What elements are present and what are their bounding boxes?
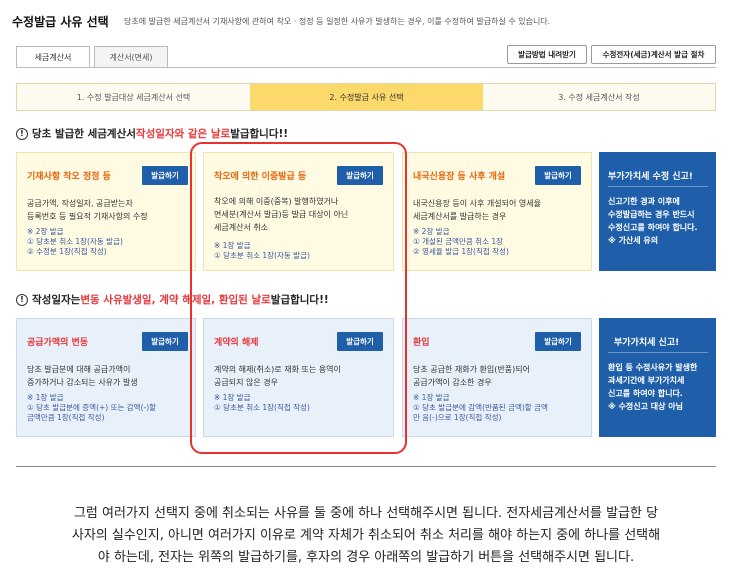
card-title: 환입	[413, 338, 430, 348]
notice-desc: 환입 등 수정사유가 발생한 과세기간에 부가가치세 신고를 하여야 합니다. …	[608, 363, 698, 411]
notice-vat-report: 부가가치세 신고! 환입 등 수정사유가 발생한 과세기간에 부가가치세 신고를…	[599, 318, 716, 437]
highlight-frame	[190, 142, 407, 454]
section1-prefix: 당초 발급한 세금계산서	[32, 128, 136, 140]
info-icon: !	[16, 127, 28, 140]
card-note: ※ 2장 발급 ① 개설된 금액만큼 취소 1장 ② 영세율 발급 1장(직접 …	[413, 227, 509, 256]
section1-highlight: 작성일자와 같은 날로	[135, 128, 231, 140]
section1-heading: ! 당초 발급한 세금계산서 작성일자와 같은 날로 발급합니다!!	[16, 126, 288, 141]
procedure-button[interactable]: 수정전자(세금)계산서 발급 절차	[591, 45, 716, 64]
notice-desc: 신고기한 경과 이후에 수정발급하는 경우 반드시 수정신고를 하여야 합니다.…	[608, 197, 698, 245]
tab-divider	[16, 67, 716, 68]
notice-title: 부가가치세 신고!	[614, 338, 680, 348]
card-note: ※ 2장 발급 ① 당초분 취소 1장(자동 발급) ② 수정분 1장(직접 작…	[27, 227, 123, 256]
card-title: 공급가액의 변동	[27, 338, 89, 348]
method-download-button[interactable]: 발급방법 내려받기	[507, 45, 587, 64]
issue-button[interactable]: 발급하기	[142, 166, 188, 185]
card-title: 내국신용장 등 사후 개설	[413, 172, 506, 182]
card-entry-correction: 기재사항 착오 정정 등 발급하기 공급가액, 작성일자, 공급받는자 등록번호…	[16, 152, 196, 271]
card-desc: 공급가액, 작성일자, 공급받는자 등록번호 등 필요적 기재사항의 수정	[27, 199, 148, 221]
card-desc: 당초 발급분에 대해 공급가액이 증가하거나 감소되는 사유가 발생	[27, 365, 138, 387]
notice-vat-amend: 부가가치세 수정 신고! 신고기한 경과 이후에 수정발급하는 경우 반드시 수…	[599, 152, 716, 271]
progress-steps: 1. 수정 발급대상 세금계산서 선택 2. 수정발급 사유 선택 3. 수정 …	[16, 83, 716, 111]
step-1: 1. 수정 발급대상 세금계산서 선택	[76, 92, 191, 102]
notice-title: 부가가치세 수정 신고!	[608, 172, 693, 182]
body-paragraph: 그럼 여러가지 선택지 중에 취소되는 사유를 둘 중에 하나 선택해주시면 됩…	[71, 506, 661, 565]
issue-button[interactable]: 발급하기	[535, 166, 581, 185]
page-subtitle: 당초에 발급한 세금계산서 기재사항에 관하여 착오 · 정정 등 일정한 사유…	[124, 17, 551, 26]
notice-divider	[608, 186, 708, 187]
card-note: ※ 1장 발급 ① 당초 발급분에 감액(반품된 금액)할 금액 만 음(-)으…	[413, 393, 548, 422]
card-desc: 내국신용장 등이 사후 개설되어 영세율 세금계산서를 발급하는 경우	[413, 199, 541, 221]
tab-tax-invoice[interactable]: 세금계산서	[16, 46, 90, 68]
info-icon: !	[16, 293, 28, 306]
card-local-lc: 내국신용장 등 사후 개설 발급하기 내국신용장 등이 사후 개설되어 영세율 …	[402, 152, 592, 271]
card-supply-change: 공급가액의 변동 발급하기 당초 발급분에 대해 공급가액이 증가하거나 감소되…	[16, 318, 196, 437]
section2-prefix: 작성일자는	[32, 294, 81, 306]
card-return: 환입 발급하기 당초 공급한 재화가 환입(반품)되어 공급가액이 감소한 경우…	[402, 318, 592, 437]
page-title: 수정발급 사유 선택	[12, 15, 109, 29]
issue-button[interactable]: 발급하기	[535, 332, 581, 351]
step-2: 2. 수정발급 사유 선택	[250, 84, 483, 110]
issue-button[interactable]: 발급하기	[142, 332, 188, 351]
section1-suffix: 발급합니다!!	[230, 128, 289, 140]
notice-divider	[608, 352, 708, 353]
tab-invoice-tax-free[interactable]: 계산서(면세)	[94, 46, 168, 68]
card-title: 기재사항 착오 정정 등	[27, 172, 111, 182]
step-3: 3. 수정 세금계산서 작성	[558, 92, 640, 102]
card-note: ※ 1장 발급 ① 당초 발급분에 증액(+) 또는 감액(-)할 금액만큼 1…	[27, 393, 157, 422]
card-desc: 당초 공급한 재화가 환입(반품)되어 공급가액이 감소한 경우	[413, 365, 530, 387]
content-divider	[16, 466, 716, 467]
